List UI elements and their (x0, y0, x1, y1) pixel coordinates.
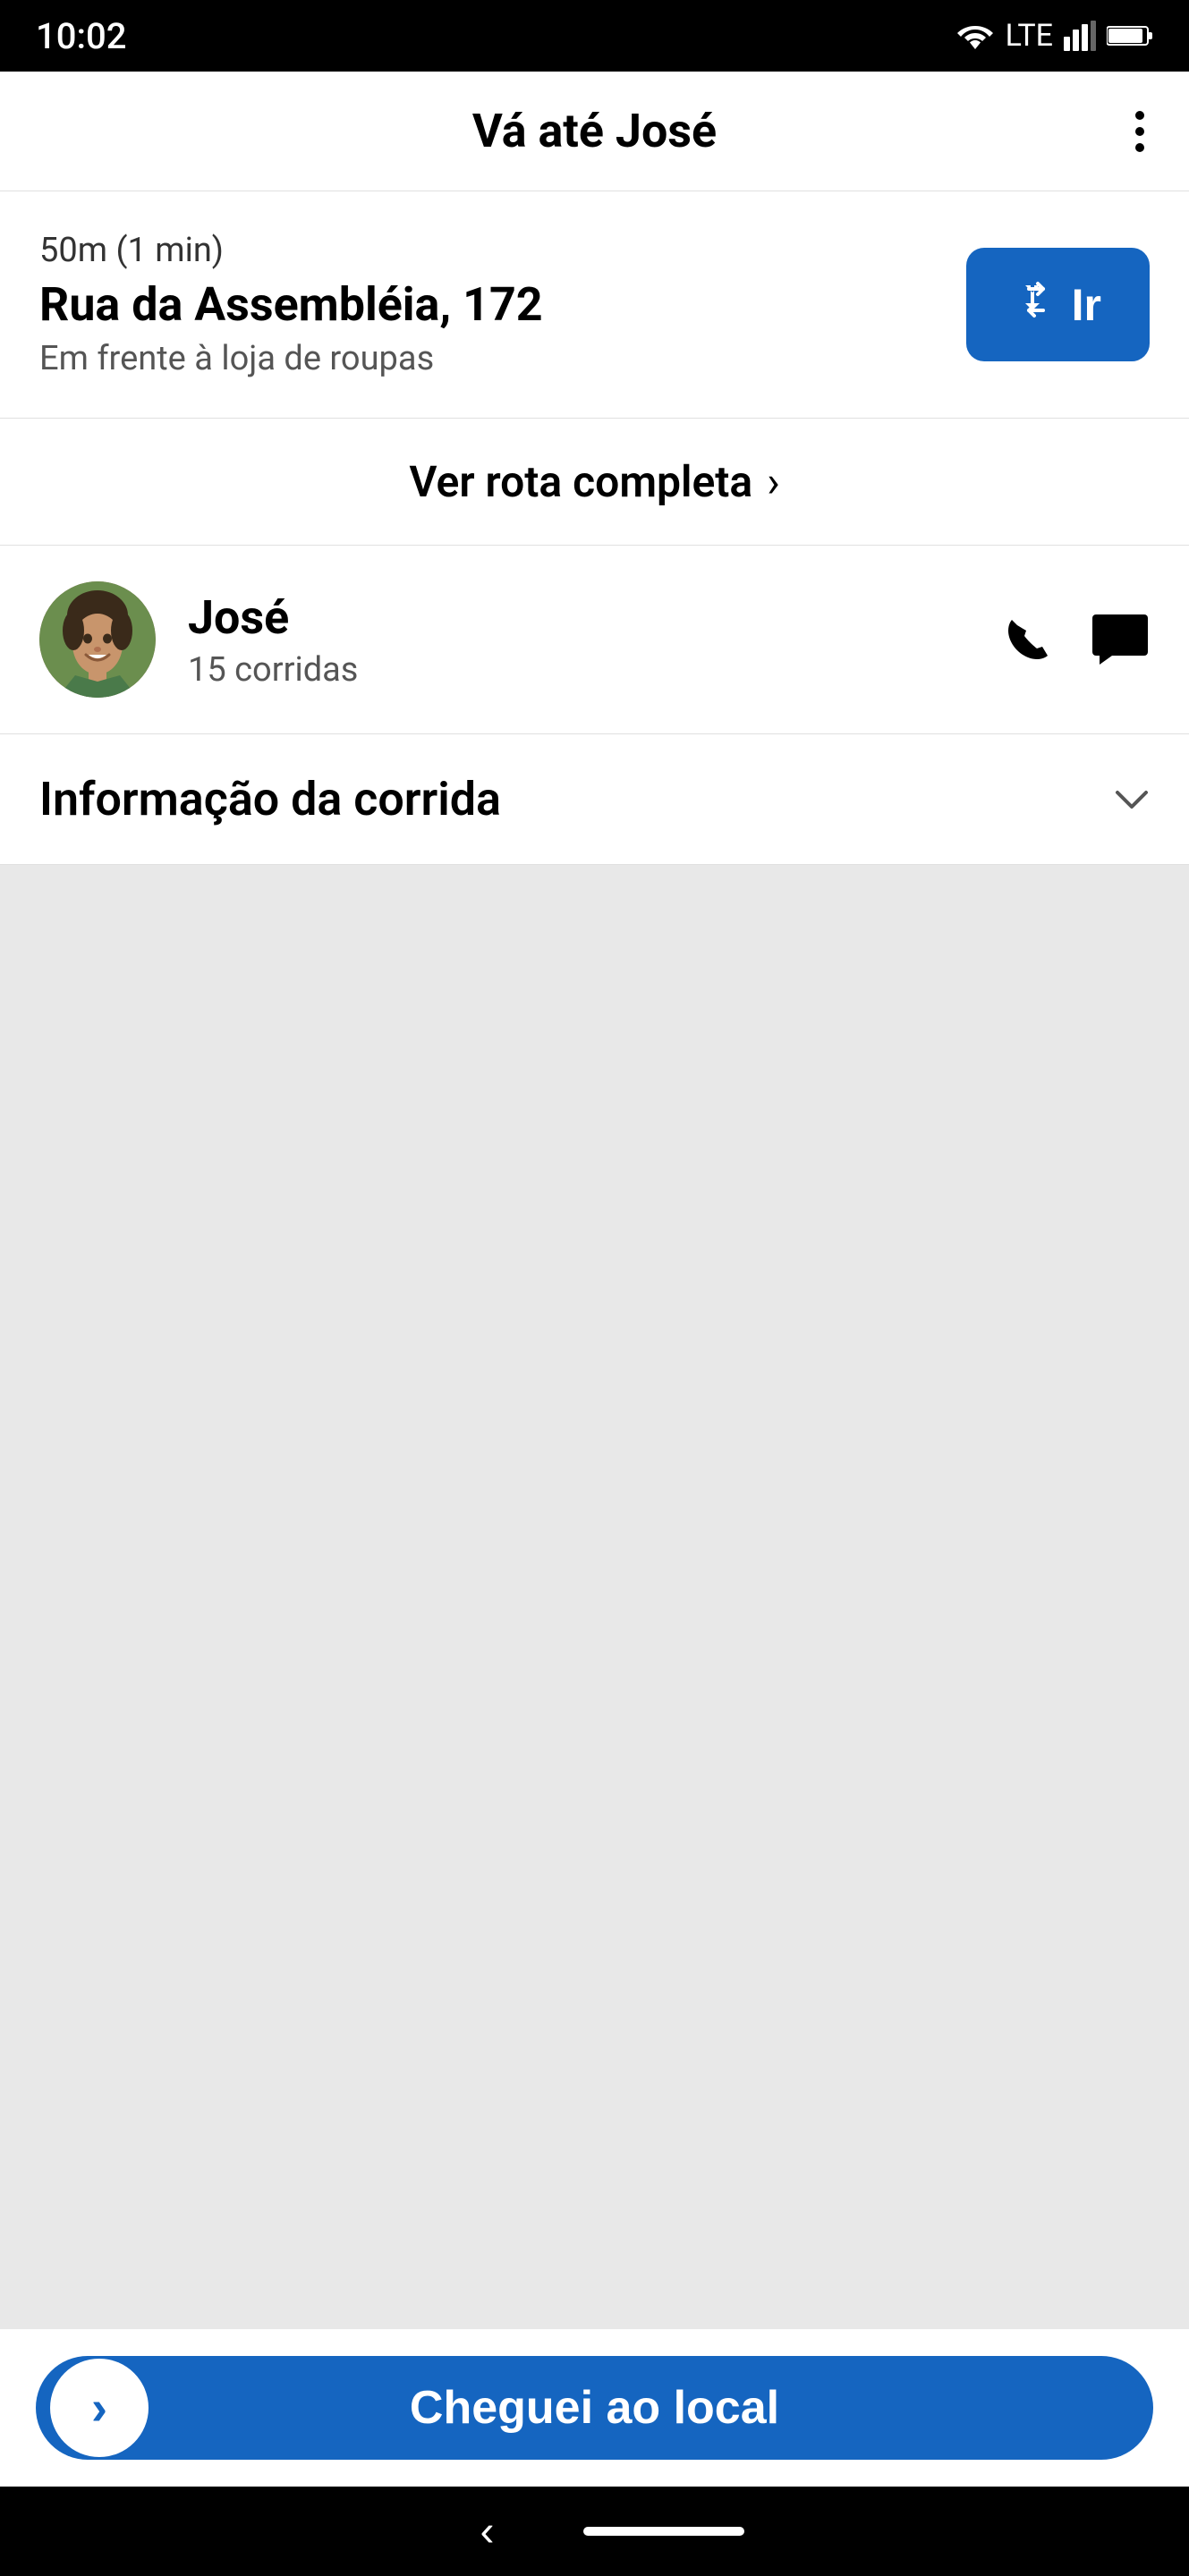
ride-info-section[interactable]: Informação da corrida (0, 734, 1189, 865)
map-area (0, 865, 1189, 2329)
status-bar: 10:02 LTE (0, 0, 1189, 72)
nav-info-section: 50m (1 min) Rua da Assembléia, 172 Em fr… (0, 191, 1189, 419)
passenger-name: José (188, 590, 969, 645)
passenger-section: José 15 corridas (0, 546, 1189, 734)
bottom-nav: ‹ (0, 2487, 1189, 2576)
go-button[interactable]: Ir (966, 248, 1150, 361)
bottom-btn-container: › Cheguei ao local (0, 2329, 1189, 2487)
dot-3 (1135, 143, 1144, 152)
battery-icon (1107, 23, 1153, 48)
passenger-info: José 15 corridas (188, 590, 969, 690)
nav-distance: 50m (1 min) (39, 231, 966, 270)
go-button-label: Ir (1072, 279, 1101, 331)
avatar (39, 581, 156, 698)
status-time: 10:02 (36, 15, 126, 57)
wifi-icon (955, 21, 995, 51)
back-button[interactable]: ‹ (445, 2507, 531, 2556)
arrived-button[interactable]: › Cheguei ao local (36, 2356, 1153, 2460)
chevron-right-icon: › (91, 2380, 107, 2436)
app-container: Vá até José 50m (1 min) Rua da Assembléi… (0, 72, 1189, 2487)
home-indicator[interactable] (583, 2527, 744, 2536)
dot-1 (1135, 111, 1144, 120)
lte-label: LTE (1006, 18, 1053, 54)
signal-icon (1064, 21, 1096, 51)
nav-info-text: 50m (1 min) Rua da Assembléia, 172 Em fr… (39, 231, 966, 378)
route-icon (1015, 278, 1057, 331)
arrived-arrow-circle: › (50, 2359, 149, 2457)
message-button[interactable] (1091, 613, 1150, 666)
header: Vá até José (0, 72, 1189, 191)
chevron-right-icon: › (767, 456, 779, 507)
phone-button[interactable] (1001, 613, 1055, 666)
full-route-label: Ver rota completa (409, 456, 752, 507)
dot-2 (1135, 127, 1144, 136)
passenger-rides: 15 corridas (188, 650, 969, 690)
arrived-button-label: Cheguei ao local (75, 2381, 1114, 2435)
passenger-actions (1001, 613, 1150, 666)
full-route-section[interactable]: Ver rota completa › (0, 419, 1189, 546)
phone-icon (1001, 613, 1055, 666)
status-icons: LTE (955, 18, 1153, 54)
chevron-down-icon (1114, 774, 1150, 825)
ride-info-label: Informação da corrida (39, 772, 501, 826)
message-icon (1091, 613, 1150, 666)
page-title: Vá até José (472, 104, 717, 158)
nav-address: Rua da Assembléia, 172 (39, 277, 966, 332)
nav-landmark: Em frente à loja de roupas (39, 339, 966, 378)
menu-button[interactable] (1126, 102, 1153, 161)
avatar-image (39, 581, 156, 698)
